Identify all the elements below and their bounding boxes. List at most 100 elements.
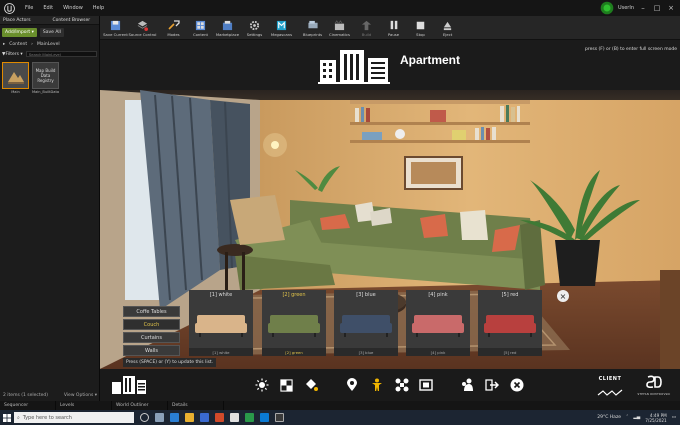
variant-red[interactable]: [5] red [5] red [478,290,542,356]
game-viewport[interactable]: Apartment press (F) or (B) to enter full… [100,40,680,401]
blueprints-button[interactable]: Blueprints [299,15,326,39]
people-icon[interactable] [459,377,475,393]
asset-grid: Main Map Build Data Registry Main_BuiltD… [0,59,99,97]
variant-white[interactable]: [1] white [1] white [189,290,253,356]
windows-start-icon[interactable] [0,413,14,422]
taskbar-search-placeholder: Type here to search [22,414,72,421]
category-coffee-tables[interactable]: Coffe Tables [123,306,180,317]
task-view-icon[interactable] [155,413,164,422]
variant-label: [2] green [262,290,326,299]
minimize-icon[interactable]: – [638,3,648,13]
source-control-button[interactable]: Source Control [129,15,157,39]
close-window-icon[interactable]: × [666,3,676,13]
category-walls[interactable]: Walls [123,345,180,356]
add-import-button[interactable]: Add/Import ▾ [2,28,37,37]
view-options-button[interactable]: View Options ▾ [64,393,97,398]
clock[interactable]: 4:49 PM 7/25/2021 [645,413,666,423]
cinematics-button[interactable]: Cinematics [326,15,353,39]
content-browser-status: 2 items (1 selected) View Options ▾ [0,389,100,401]
couch-thumbnail [189,299,253,348]
office-icon[interactable] [215,413,224,422]
taskbar-search-box[interactable]: ⌕ Type here to search [14,412,134,423]
tab-levels[interactable]: Levels [56,401,112,410]
filters-button[interactable]: ▼Filters ▾ [2,52,23,57]
edge-icon[interactable] [170,413,179,422]
user-area: UserIn – □ × [600,1,676,15]
save-current-button[interactable]: Save Current [102,15,129,39]
drone-icon[interactable] [394,377,410,393]
menu-help[interactable]: Help [88,5,109,11]
maximize-icon[interactable]: □ [652,3,662,13]
marketplace-button[interactable]: Marketplace [214,15,241,39]
notification-icon[interactable]: ▭ [672,415,676,420]
tab-details[interactable]: Details [168,401,224,410]
fullscreen-hint: press (F) or (B) to enter full screen mo… [585,47,677,52]
user-status-icon[interactable] [600,1,614,15]
sun-icon[interactable] [254,377,270,393]
chrome-icon[interactable] [245,413,254,422]
settings-button[interactable]: Settings [241,15,268,39]
variant-pink[interactable]: [4] pink [4] pink [406,290,470,356]
location-pin-icon[interactable] [344,377,360,393]
category-curtains[interactable]: Curtains [123,332,180,343]
unreal-logo-icon [2,1,16,15]
client-wave-icon [597,389,623,396]
editor-panel-tabs: Sequencer Levels World Outliner Details [0,401,680,410]
asset-search-input[interactable] [25,51,97,57]
variant-label: [5] red [478,290,542,299]
couch-thumbnail [262,299,326,348]
unreal-taskbar-icon[interactable] [275,413,284,422]
content-button[interactable]: Content [187,15,214,39]
exit-icon[interactable] [484,377,500,393]
tab-place-actors[interactable]: Place Actors [0,16,50,25]
configurator-action-bar: CLIENT STEFAN DIMITROVSKI [100,369,680,401]
buildings-small-logo-icon[interactable] [111,375,147,395]
studio-sd-icon [646,375,662,389]
category-couch[interactable]: Couch [123,319,180,330]
cortana-icon[interactable] [140,413,149,422]
build-button[interactable]: Build [353,15,380,39]
asset-thumbnail: Map Build Data Registry [32,62,59,89]
menu-window[interactable]: Window [58,5,88,11]
buildings-logo-icon [318,50,390,84]
store-icon[interactable] [200,413,209,422]
paint-bucket-icon[interactable] [303,377,319,393]
tab-sequencer[interactable]: Sequencer [0,401,56,410]
close-circle-icon[interactable] [509,377,525,393]
megascans-button[interactable]: Megascans [268,15,295,39]
network-icon[interactable]: ▂▄ [633,415,640,420]
stop-button[interactable]: Stop [407,15,434,39]
variant-green[interactable]: [2] green [2] green [262,290,326,356]
asset-tile-main[interactable]: Main [2,62,29,94]
tab-content-browser[interactable]: Content Browser [49,16,99,25]
asset-tile-builtdata[interactable]: Map Build Data Registry Main_BuiltData [32,62,59,94]
save-all-button[interactable]: Save All [39,28,64,37]
menu-bar: File Edit Window Help [0,0,680,16]
user-name[interactable]: UserIn [618,5,634,11]
variant-blue[interactable]: [3] blue [3] blue [334,290,398,356]
couch-thumbnail [334,299,398,348]
tray-arrow-icon[interactable]: ˄ [626,415,628,420]
person-icon[interactable] [369,377,385,393]
breadcrumb-mainlevel[interactable]: MainLevel [37,42,60,47]
modes-button[interactable]: Modes [160,15,187,39]
weather-status[interactable]: 29°C Haze [597,415,621,420]
clapperboard-icon [334,19,346,31]
taskbar-apps [140,413,284,422]
material-icon[interactable] [278,377,294,393]
tab-world-outliner[interactable]: World Outliner [112,401,168,410]
pause-button[interactable]: Pause [380,15,407,39]
menu-edit[interactable]: Edit [38,5,58,11]
file-explorer-icon[interactable] [185,413,194,422]
map-thumbnail-icon [2,62,29,89]
screen-icon[interactable] [418,377,434,393]
breadcrumb-content[interactable]: Content [9,42,27,47]
menu-file[interactable]: File [20,5,38,11]
mail-icon[interactable] [260,413,269,422]
close-panel-icon[interactable]: × [557,290,569,302]
eject-button[interactable]: Eject [434,15,461,39]
variant-caption: [2] green [285,349,303,355]
app-icon[interactable] [230,413,239,422]
variant-caption: [4] pink [430,349,446,355]
content-icon [195,19,207,31]
